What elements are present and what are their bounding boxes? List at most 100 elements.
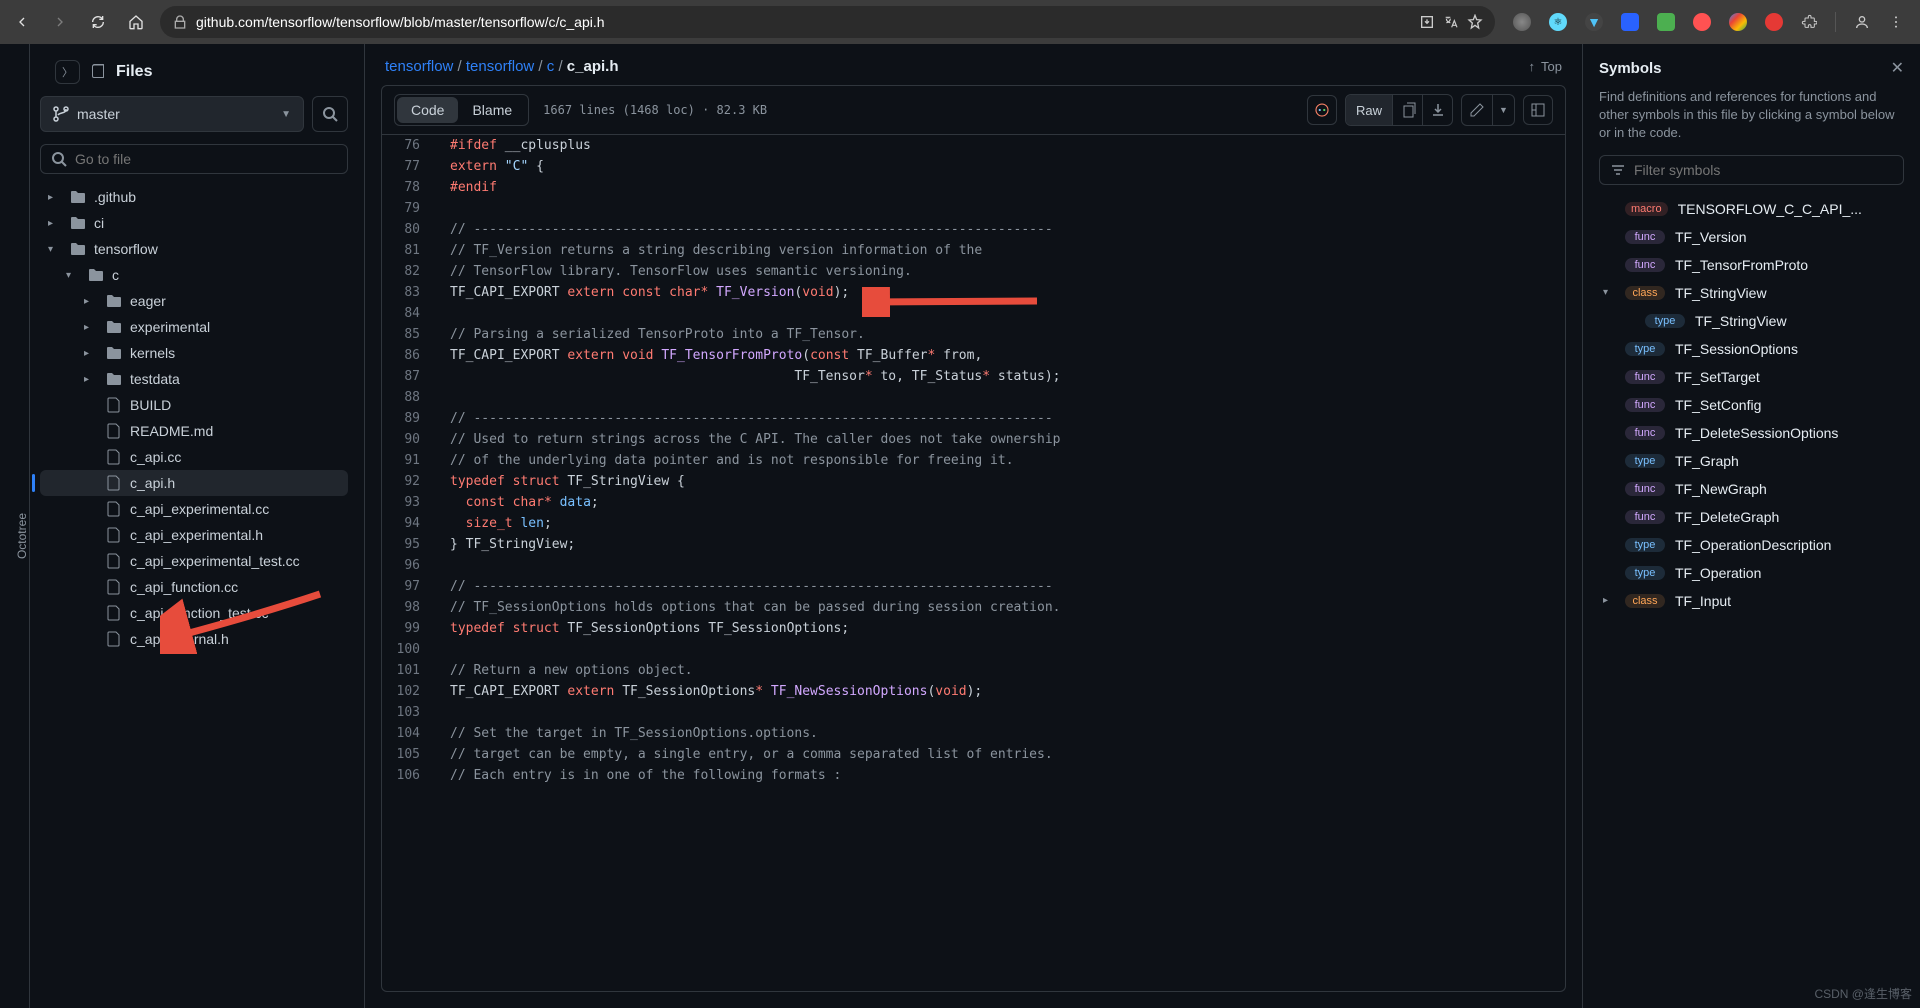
extensions-icon[interactable] [1801, 14, 1817, 30]
line-number[interactable]: 76 [382, 135, 438, 156]
branch-selector[interactable]: master ▼ [40, 96, 304, 132]
tree-folder[interactable]: ▾c [40, 262, 348, 288]
code-line[interactable]: 92typedef struct TF_StringView { [382, 471, 1565, 492]
line-number[interactable]: 88 [382, 387, 438, 408]
code-line[interactable]: 96 [382, 555, 1565, 576]
symbol-item[interactable]: typeTF_OperationDescription [1599, 531, 1904, 559]
symbol-item[interactable]: typeTF_StringView [1599, 307, 1904, 335]
bookmark-star-icon[interactable] [1467, 14, 1483, 30]
ext-icon-2[interactable]: ⚛ [1549, 13, 1567, 31]
code-line[interactable]: 91// of the underlying data pointer and … [382, 450, 1565, 471]
code-line[interactable]: 85// Parsing a serialized TensorProto in… [382, 324, 1565, 345]
code-line[interactable]: 88 [382, 387, 1565, 408]
tree-file[interactable]: README.md [40, 418, 348, 444]
symbol-item[interactable]: ▸classTF_Input [1599, 587, 1904, 615]
tree-folder[interactable]: ▸kernels [40, 340, 348, 366]
ext-icon-4[interactable] [1621, 13, 1639, 31]
code-line[interactable]: 77extern "C" { [382, 156, 1565, 177]
code-line[interactable]: 80// -----------------------------------… [382, 219, 1565, 240]
code-line[interactable]: 84 [382, 303, 1565, 324]
translate-icon[interactable] [1443, 14, 1459, 30]
breadcrumb-segment[interactable]: tensorflow [466, 58, 534, 75]
symbol-item[interactable]: funcTF_DeleteGraph [1599, 503, 1904, 531]
line-number[interactable]: 77 [382, 156, 438, 177]
tree-file[interactable]: c_api_experimental.h [40, 522, 348, 548]
line-number[interactable]: 91 [382, 450, 438, 471]
edit-button[interactable] [1462, 95, 1492, 125]
code-line[interactable]: 94 size_t len; [382, 513, 1565, 534]
code-line[interactable]: 81// TF_Version returns a string describ… [382, 240, 1565, 261]
symbol-item[interactable]: macroTENSORFLOW_C_C_API_... [1599, 195, 1904, 223]
ext-icon-8[interactable] [1765, 13, 1783, 31]
copilot-button[interactable] [1307, 95, 1337, 125]
octotree-sidebar[interactable]: Octotree [0, 44, 30, 1008]
tree-file[interactable]: c_api.cc [40, 444, 348, 470]
site-info-icon[interactable] [172, 14, 188, 30]
code-line[interactable]: 83TF_CAPI_EXPORT extern const char* TF_V… [382, 282, 1565, 303]
line-number[interactable]: 80 [382, 219, 438, 240]
code-line[interactable]: 82// TensorFlow library. TensorFlow uses… [382, 261, 1565, 282]
go-to-file-input[interactable] [40, 144, 348, 174]
code-line[interactable]: 90// Used to return strings across the C… [382, 429, 1565, 450]
line-number[interactable]: 92 [382, 471, 438, 492]
code-line[interactable]: 105// target can be empty, a single entr… [382, 744, 1565, 765]
ext-icon-5[interactable] [1657, 13, 1675, 31]
code-viewer[interactable]: 76#ifdef __cplusplus77extern "C" {78#end… [381, 135, 1566, 992]
home-button[interactable] [122, 8, 150, 36]
code-line[interactable]: 93 const char* data; [382, 492, 1565, 513]
raw-button[interactable]: Raw [1346, 95, 1392, 125]
code-line[interactable]: 76#ifdef __cplusplus [382, 135, 1565, 156]
symbol-item[interactable]: typeTF_Operation [1599, 559, 1904, 587]
chrome-menu-icon[interactable] [1888, 14, 1904, 30]
back-button[interactable] [8, 8, 36, 36]
tree-file[interactable]: c_api.h [40, 470, 348, 496]
tree-folder[interactable]: ▸.github [40, 184, 348, 210]
edit-dropdown[interactable]: ▼ [1492, 95, 1514, 125]
symbol-item[interactable]: funcTF_TensorFromProto [1599, 251, 1904, 279]
symbol-item[interactable]: ▾classTF_StringView [1599, 279, 1904, 307]
code-line[interactable]: 97// -----------------------------------… [382, 576, 1565, 597]
forward-button[interactable] [46, 8, 74, 36]
code-line[interactable]: 106// Each entry is in one of the follow… [382, 765, 1565, 786]
line-number[interactable]: 100 [382, 639, 438, 660]
code-line[interactable]: 89// -----------------------------------… [382, 408, 1565, 429]
octotree-toggle[interactable]: 〉 [55, 60, 80, 84]
code-line[interactable]: 104// Set the target in TF_SessionOption… [382, 723, 1565, 744]
line-number[interactable]: 89 [382, 408, 438, 429]
code-line[interactable]: 78#endif [382, 177, 1565, 198]
tab-blame[interactable]: Blame [458, 97, 526, 123]
ext-icon-7[interactable] [1729, 13, 1747, 31]
line-number[interactable]: 87 [382, 366, 438, 387]
code-line[interactable]: 99typedef struct TF_SessionOptions TF_Se… [382, 618, 1565, 639]
tree-folder[interactable]: ▸testdata [40, 366, 348, 392]
symbol-item[interactable]: typeTF_SessionOptions [1599, 335, 1904, 363]
code-line[interactable]: 98// TF_SessionOptions holds options tha… [382, 597, 1565, 618]
code-line[interactable]: 100 [382, 639, 1565, 660]
line-number[interactable]: 85 [382, 324, 438, 345]
line-number[interactable]: 106 [382, 765, 438, 786]
code-line[interactable]: 79 [382, 198, 1565, 219]
line-number[interactable]: 84 [382, 303, 438, 324]
line-number[interactable]: 105 [382, 744, 438, 765]
go-to-file-field[interactable] [75, 151, 337, 167]
breadcrumb-segment[interactable]: tensorflow [385, 58, 453, 75]
tree-folder[interactable]: ▸eager [40, 288, 348, 314]
line-number[interactable]: 97 [382, 576, 438, 597]
code-line[interactable]: 86TF_CAPI_EXPORT extern void TF_TensorFr… [382, 345, 1565, 366]
symbols-toggle-button[interactable] [1523, 95, 1553, 125]
tree-file[interactable]: c_api_experimental.cc [40, 496, 348, 522]
filter-symbols-field[interactable] [1634, 162, 1893, 178]
search-repo-button[interactable] [312, 96, 348, 132]
line-number[interactable]: 96 [382, 555, 438, 576]
line-number[interactable]: 83 [382, 282, 438, 303]
line-number[interactable]: 78 [382, 177, 438, 198]
line-number[interactable]: 98 [382, 597, 438, 618]
tree-file[interactable]: BUILD [40, 392, 348, 418]
code-line[interactable]: 95} TF_StringView; [382, 534, 1565, 555]
line-number[interactable]: 86 [382, 345, 438, 366]
code-line[interactable]: 103 [382, 702, 1565, 723]
copy-button[interactable] [1392, 95, 1422, 125]
code-line[interactable]: 101// Return a new options object. [382, 660, 1565, 681]
line-number[interactable]: 79 [382, 198, 438, 219]
symbol-item[interactable]: funcTF_SetTarget [1599, 363, 1904, 391]
